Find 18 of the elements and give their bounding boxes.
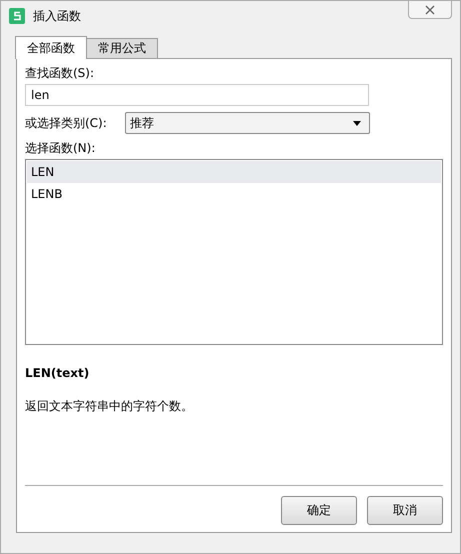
function-item[interactable]: LEN	[27, 161, 441, 183]
function-description: 返回文本字符串中的字符个数。	[25, 398, 194, 414]
close-icon	[425, 4, 435, 14]
tab[interactable]: 常用公式	[86, 38, 158, 58]
search-field[interactable]: len	[25, 84, 369, 106]
field-label: 查找函数(S):	[25, 65, 96, 81]
function-item[interactable]: LENB	[27, 183, 441, 205]
function-signature: LEN(text)	[25, 365, 90, 381]
field-label: 选择函数(N):	[25, 140, 96, 156]
dropdown-arrow-icon	[352, 120, 361, 126]
category-dropdown[interactable]: 推荐	[124, 112, 370, 134]
dialog-button[interactable]: 确定	[281, 496, 357, 525]
app-logo-icon	[9, 8, 25, 24]
dialog-button[interactable]: 取消	[367, 496, 443, 525]
window-title: 插入函数	[33, 8, 82, 24]
field-label: 或选择类别(C):	[25, 115, 107, 131]
close-button[interactable]	[408, 1, 452, 19]
tab[interactable]: 全部函数	[15, 36, 87, 59]
